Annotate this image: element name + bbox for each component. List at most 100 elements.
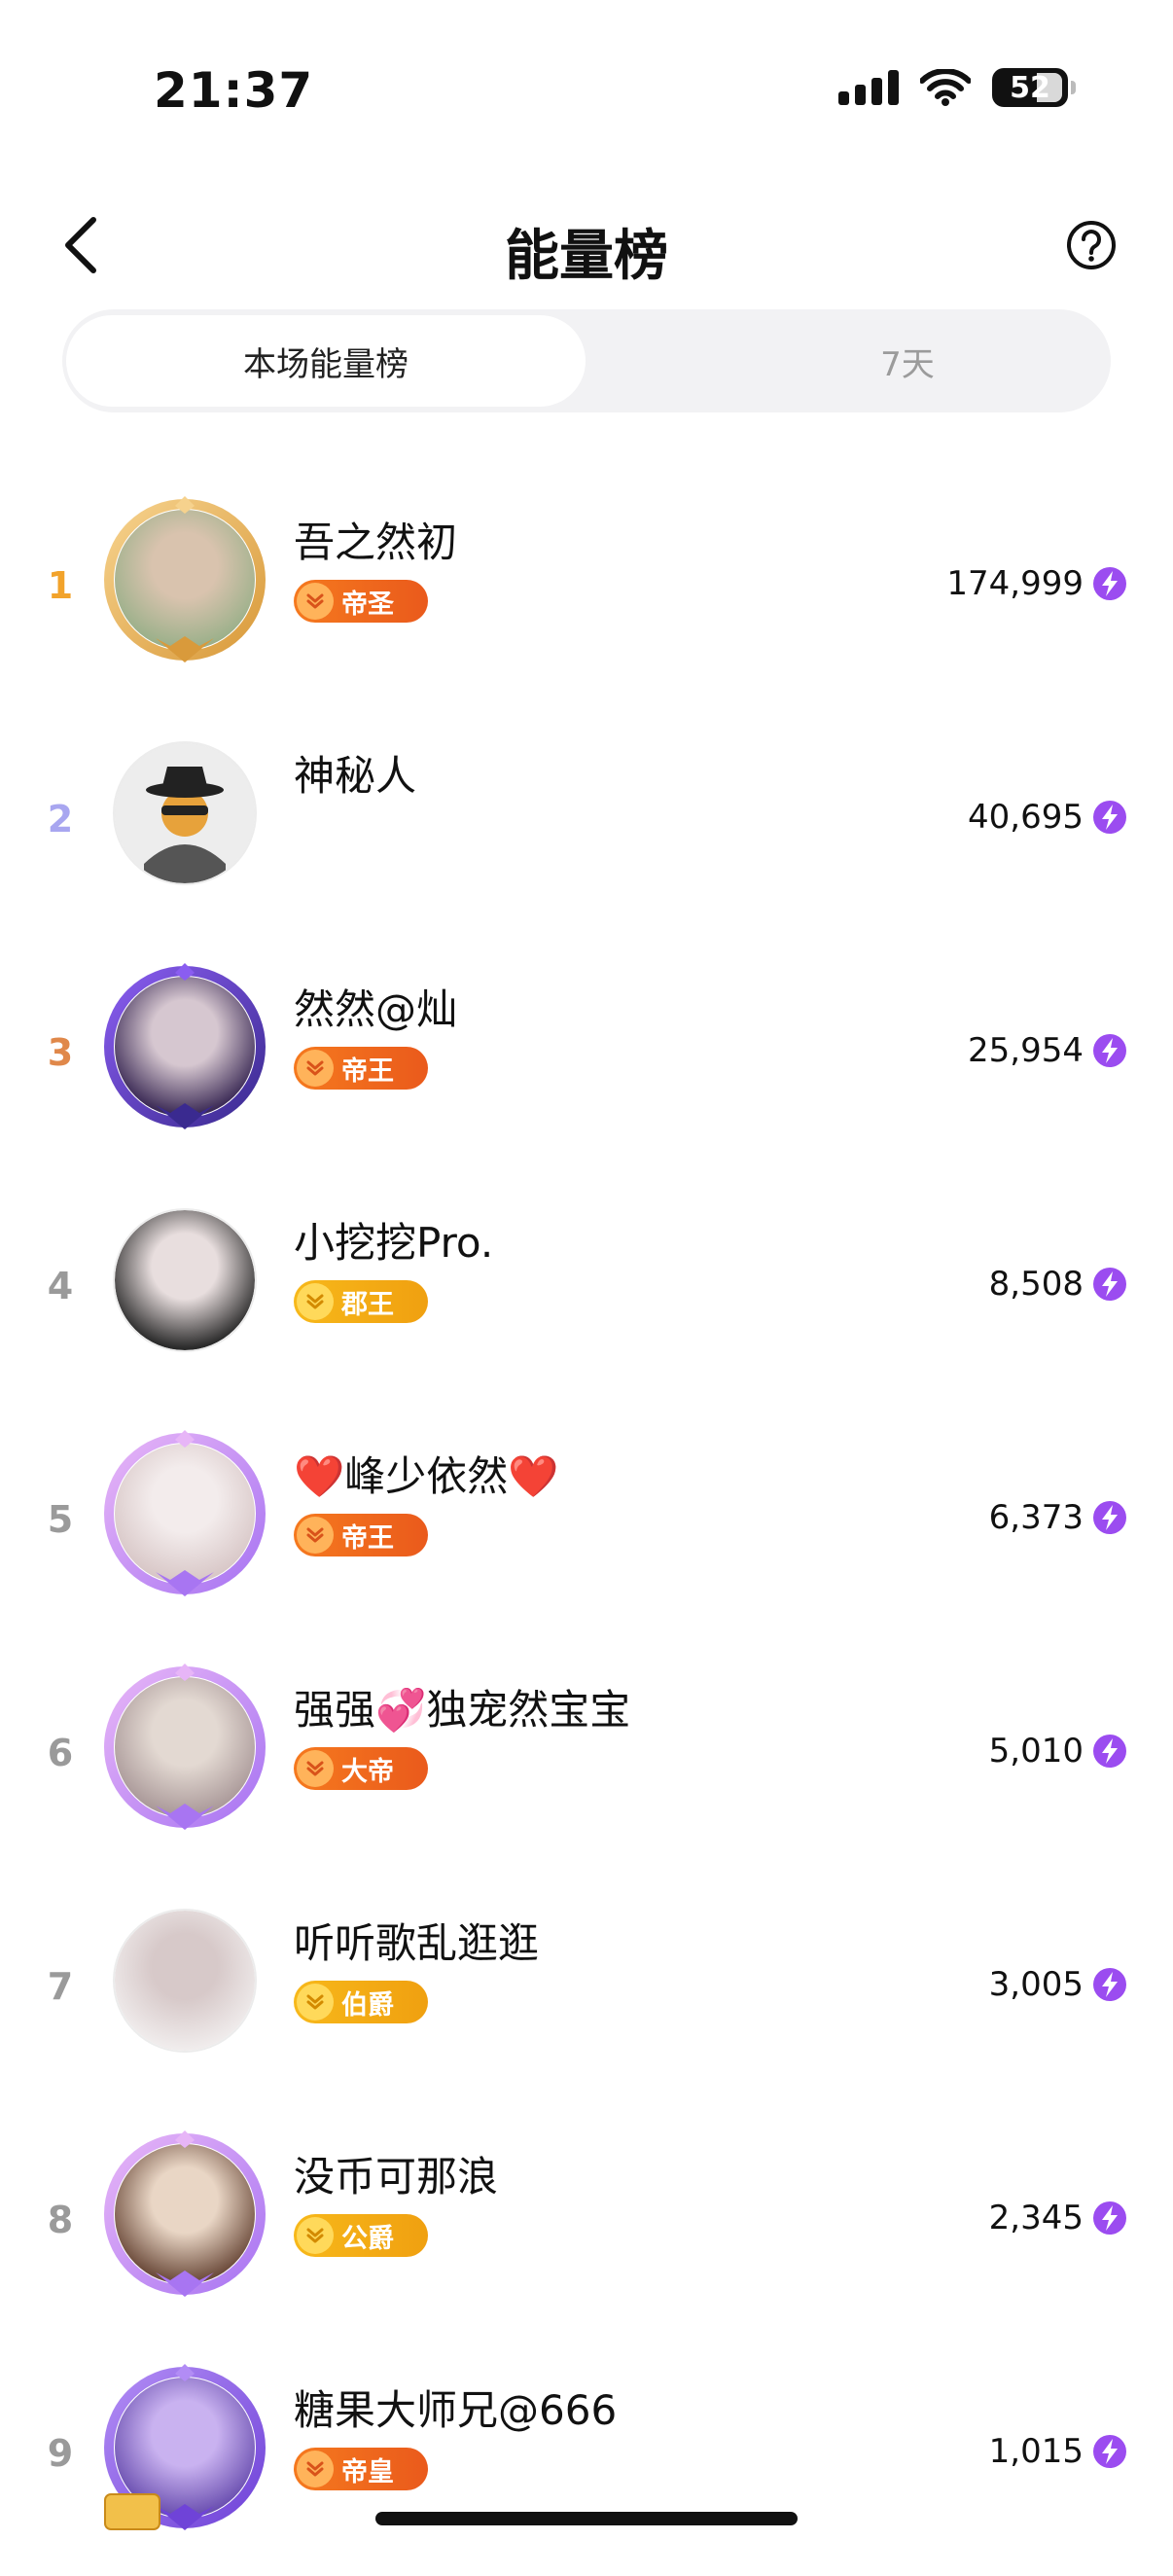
ranking-row[interactable]: 5 ❤️峰少依然❤️ 帝王 6,373 — [0, 1409, 1173, 1642]
lightning-icon — [1093, 1501, 1126, 1534]
level-badge: 帝圣 — [294, 580, 428, 623]
rank-number: 8 — [47, 2199, 74, 2241]
level-badge-label: 大帝 — [341, 1756, 394, 1787]
tab-bar: 本场能量榜 7天 — [62, 309, 1111, 412]
anonymous-avatar — [115, 743, 255, 883]
energy-score: 8,508 — [988, 1265, 1084, 1304]
rank-tier-icon — [297, 2451, 334, 2487]
level-badge: 帝王 — [294, 1514, 428, 1556]
energy-score: 25,954 — [968, 1031, 1084, 1070]
avatar-container[interactable] — [97, 492, 272, 667]
rank-number: 2 — [47, 798, 74, 841]
energy-score: 2,345 — [988, 2199, 1084, 2237]
rank-number: 3 — [47, 1031, 74, 1074]
avatar — [115, 1911, 255, 2051]
level-badge-label: 帝皇 — [341, 2456, 394, 2487]
rank-number: 5 — [47, 1498, 74, 1541]
user-name: 糖果大师兄@666 — [294, 2386, 618, 2434]
energy-score: 174,999 — [946, 564, 1084, 603]
rank-number: 7 — [47, 1965, 74, 2008]
question-circle-icon[interactable] — [1066, 220, 1117, 270]
energy-score: 1,015 — [988, 2432, 1084, 2471]
avatar — [115, 2144, 255, 2284]
wifi-icon — [920, 69, 971, 106]
lightning-icon — [1093, 1034, 1126, 1067]
level-badge-label: 帝圣 — [341, 589, 394, 620]
level-badge-label: 公爵 — [341, 2223, 394, 2254]
ranking-row[interactable]: 7 听听歌乱逛逛伯爵 3,005 — [0, 1876, 1173, 2109]
rank-number: 1 — [47, 564, 74, 607]
rank-tier-icon — [297, 1517, 334, 1554]
tab-current-session[interactable]: 本场能量榜 — [66, 315, 586, 407]
avatar — [115, 1444, 255, 1584]
status-time: 21:37 — [154, 62, 314, 119]
level-badge: 大帝 — [294, 1747, 428, 1790]
battery-level: 52 — [1010, 70, 1050, 105]
tab-7-days[interactable]: 7天 — [646, 315, 1169, 407]
avatar-container[interactable] — [97, 2360, 272, 2535]
level-badge-label: 帝王 — [341, 1055, 394, 1087]
ranking-row[interactable]: 9 糖果大师兄@666 帝皇 1,015 — [0, 2343, 1173, 2576]
user-name: 然然@灿 — [294, 985, 458, 1033]
ranking-row[interactable]: 6 强强💞独宠然宝宝大帝 5,010 — [0, 1642, 1173, 1876]
level-badge: 郡王 — [294, 1280, 428, 1323]
level-badge: 公爵 — [294, 2214, 428, 2257]
ranking-row[interactable]: 4 小挖挖Pro. 郡王 8,508 — [0, 1175, 1173, 1409]
ranking-row[interactable]: 1 吾之然初帝圣 174,999 — [0, 475, 1173, 708]
level-badge-label: 郡王 — [341, 1289, 394, 1320]
lightning-icon — [1093, 567, 1126, 600]
lightning-icon — [1093, 1968, 1126, 2001]
user-name: 没币可那浪 — [294, 2153, 499, 2200]
ranking-row[interactable]: 2 神秘人 40,695 — [0, 708, 1173, 942]
rank-tier-icon — [297, 2217, 334, 2254]
avatar-container[interactable] — [97, 1893, 272, 2068]
energy-score: 6,373 — [988, 1498, 1084, 1537]
page-title: 能量榜 — [505, 225, 668, 288]
avatar — [115, 1210, 255, 1350]
level-badge-label: 帝王 — [341, 1522, 394, 1554]
avatar — [115, 1677, 255, 1817]
avatar-container[interactable] — [97, 1426, 272, 1601]
rank-tier-icon — [297, 1984, 334, 2021]
user-name: 听听歌乱逛逛 — [294, 1919, 540, 1967]
lightning-icon — [1093, 2201, 1126, 2235]
cellular-signal-icon — [838, 70, 899, 105]
level-badge: 帝皇 — [294, 2448, 428, 2490]
battery-icon: 52 — [992, 68, 1076, 107]
avatar-container[interactable] — [97, 2127, 272, 2302]
avatar-container[interactable] — [97, 1660, 272, 1835]
ranking-row[interactable]: 8 没币可那浪公爵 2,345 — [0, 2109, 1173, 2343]
rank-number: 4 — [47, 1265, 74, 1307]
lightning-icon — [1093, 801, 1126, 834]
status-icons: 52 — [838, 68, 1076, 107]
lightning-icon — [1093, 2435, 1126, 2468]
user-name: 神秘人 — [294, 752, 417, 800]
rank-tier-icon — [297, 1750, 334, 1787]
rank-number: 6 — [47, 1732, 74, 1774]
level-badge-label: 伯爵 — [341, 1989, 394, 2021]
energy-score: 3,005 — [988, 1965, 1084, 2004]
home-indicator — [375, 2512, 798, 2525]
ranking-row[interactable]: 3 然然@灿帝王 25,954 — [0, 942, 1173, 1175]
rank-tier-icon — [297, 1283, 334, 1320]
avatar — [115, 2378, 255, 2518]
avatar-container[interactable] — [97, 959, 272, 1134]
lightning-icon — [1093, 1268, 1126, 1301]
user-name: 强强💞独宠然宝宝 — [294, 1686, 631, 1734]
energy-score: 40,695 — [968, 798, 1084, 837]
avatar-container[interactable] — [97, 1193, 272, 1368]
user-name: 吾之然初 — [294, 519, 458, 566]
energy-score: 5,010 — [988, 1732, 1084, 1771]
avatar-container[interactable] — [97, 726, 272, 901]
incognito-icon — [115, 743, 255, 883]
avatar — [115, 510, 255, 650]
rank-tier-icon — [297, 583, 334, 620]
user-name: ❤️峰少依然❤️ — [294, 1452, 559, 1500]
level-badge: 帝王 — [294, 1047, 428, 1090]
avatar — [115, 977, 255, 1117]
rank-number: 9 — [47, 2432, 74, 2475]
level-badge: 伯爵 — [294, 1981, 428, 2023]
user-name: 小挖挖Pro. — [294, 1219, 494, 1267]
lightning-icon — [1093, 1735, 1126, 1768]
rank-tier-icon — [297, 1050, 334, 1087]
